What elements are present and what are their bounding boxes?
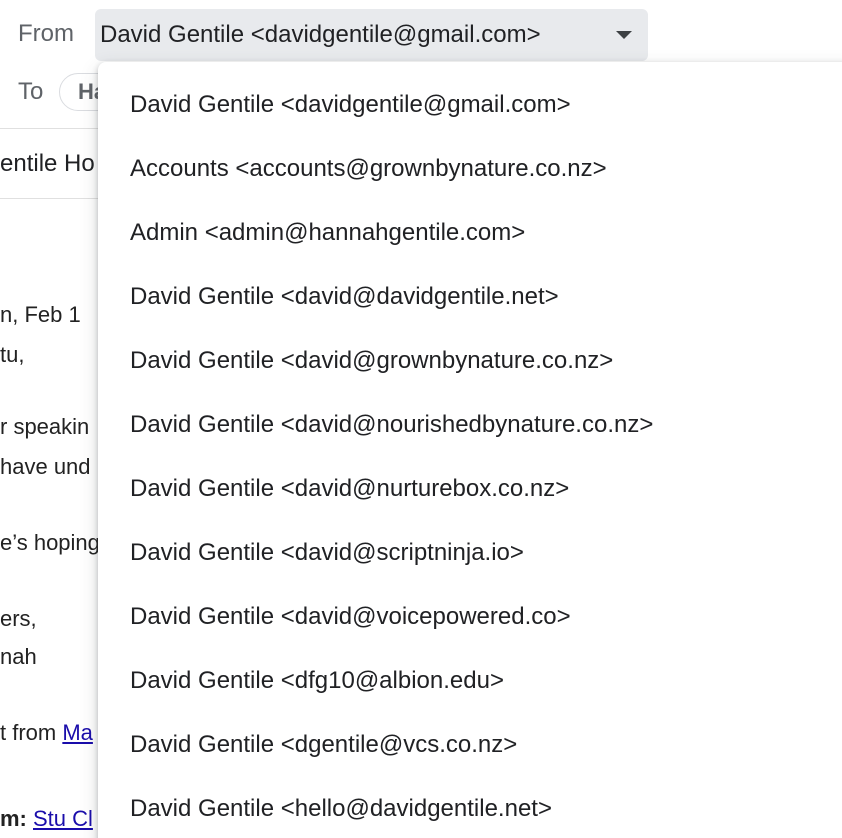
subject-field[interactable]: entile Ho [0, 150, 95, 178]
menu-item-sender[interactable]: Admin <admin@hannahgentile.com> [130, 219, 525, 247]
body-text: t from Ma [0, 720, 93, 746]
compose-window: From David Gentile <davidgentile@gmail.c… [0, 0, 842, 838]
divider [0, 128, 110, 129]
body-text: have und [0, 454, 91, 479]
menu-item-sender[interactable]: David Gentile <david@nurturebox.co.nz> [130, 475, 569, 503]
menu-item-sender[interactable]: David Gentile <david@davidgentile.net> [130, 283, 559, 311]
body-text: tu, [0, 342, 25, 367]
menu-item-sender[interactable]: David Gentile <david@voicepowered.co> [130, 603, 571, 631]
chevron-down-icon [616, 31, 632, 39]
body-text-bold: m: [0, 806, 33, 831]
to-label: To [18, 78, 44, 105]
body-text: n, Feb 1 [0, 302, 81, 327]
from-label: From [18, 20, 74, 47]
menu-item-sender[interactable]: David Gentile <david@grownbynature.co.nz… [130, 347, 613, 375]
from-address-menu: David Gentile <davidgentile@gmail.com> A… [98, 62, 842, 838]
menu-item-sender[interactable]: David Gentile <davidgentile@gmail.com> [130, 91, 571, 119]
body-text: ers, [0, 606, 37, 631]
body-text: e’s hoping [0, 530, 100, 555]
menu-item-sender[interactable]: David Gentile <david@scriptninja.io> [130, 539, 524, 567]
divider [0, 198, 110, 199]
body-link[interactable]: Stu Cl [33, 806, 93, 831]
body-text: m: Stu Cl [0, 806, 93, 832]
menu-item-sender[interactable]: David Gentile <hello@davidgentile.net> [130, 795, 552, 823]
body-text: nah [0, 644, 37, 669]
menu-item-sender[interactable]: David Gentile <david@nourishedbynature.c… [130, 411, 653, 439]
menu-item-sender[interactable]: David Gentile <dfg10@albion.edu> [130, 667, 504, 695]
menu-item-sender[interactable]: David Gentile <dgentile@vcs.co.nz> [130, 731, 517, 759]
body-link[interactable]: Ma [62, 720, 93, 745]
from-select[interactable]: David Gentile <davidgentile@gmail.com> [95, 9, 648, 61]
menu-item-sender[interactable]: Accounts <accounts@grownbynature.co.nz> [130, 155, 607, 183]
body-text: r speakin [0, 414, 90, 439]
body-text-prefix: t from [0, 720, 63, 745]
from-select-value: David Gentile <davidgentile@gmail.com> [100, 21, 541, 48]
